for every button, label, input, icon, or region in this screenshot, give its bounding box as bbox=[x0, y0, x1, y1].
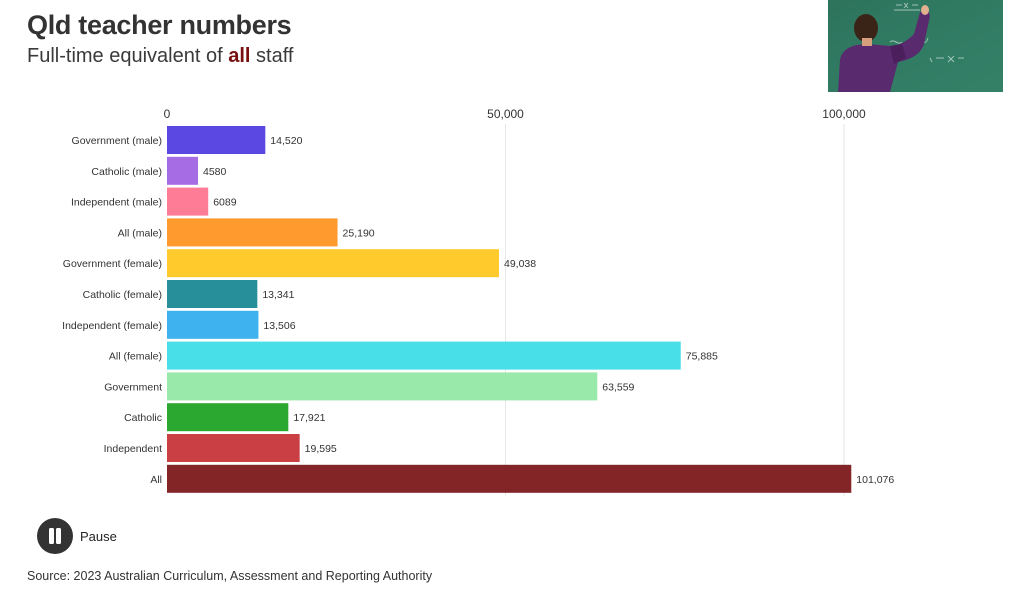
bar bbox=[167, 126, 266, 154]
source-note: Source: 2023 Australian Curriculum, Asse… bbox=[27, 569, 433, 583]
category-label: All (male) bbox=[118, 227, 162, 239]
value-label: 63,559 bbox=[602, 381, 634, 393]
category-label: Catholic bbox=[124, 412, 162, 424]
x-tick-label: 0 bbox=[164, 107, 171, 121]
value-labels: 14,520 4580 6089 25,190 49,038 13,341 13,506 75… bbox=[203, 135, 894, 486]
category-label: Catholic (male) bbox=[91, 166, 162, 178]
gridlines bbox=[505, 124, 845, 496]
bar bbox=[167, 249, 499, 278]
bar bbox=[167, 372, 598, 401]
bar bbox=[167, 464, 852, 493]
value-label: 13,506 bbox=[263, 320, 295, 332]
bars bbox=[167, 126, 852, 493]
pause-label[interactable]: Pause bbox=[80, 529, 117, 544]
value-label: 19,595 bbox=[305, 443, 337, 455]
pause-icon-bar-right bbox=[56, 528, 61, 544]
bar-chart: 0 50,000 100,000 Government (male) Catholic… bbox=[62, 107, 894, 496]
bar bbox=[167, 403, 289, 432]
bar bbox=[167, 280, 258, 308]
x-tick-label: 50,000 bbox=[487, 107, 524, 121]
bar bbox=[167, 310, 259, 339]
bar bbox=[167, 218, 338, 247]
value-label: 4580 bbox=[203, 166, 227, 178]
pause-icon-bar-left bbox=[49, 528, 54, 544]
category-label: Independent (male) bbox=[71, 197, 162, 209]
pause-button[interactable]: Pause bbox=[37, 518, 117, 554]
category-label: Government bbox=[104, 381, 162, 393]
value-label: 6089 bbox=[213, 197, 237, 209]
bar bbox=[167, 156, 199, 185]
x-axis-ticks: 0 50,000 100,000 bbox=[164, 107, 866, 121]
category-label: All bbox=[150, 474, 162, 486]
category-label: Independent (female) bbox=[62, 320, 162, 332]
bar bbox=[167, 187, 209, 216]
category-label: Catholic (female) bbox=[83, 289, 162, 301]
value-label: 75,885 bbox=[686, 351, 718, 363]
category-labels: Government (male) Catholic (male) Independ… bbox=[62, 135, 162, 486]
category-label: Government (male) bbox=[72, 135, 162, 147]
bar bbox=[167, 434, 300, 462]
x-tick-label: 100,000 bbox=[822, 107, 866, 121]
value-label: 49,038 bbox=[504, 258, 536, 270]
value-label: 101,076 bbox=[856, 474, 894, 486]
value-label: 14,520 bbox=[270, 135, 302, 147]
value-label: 17,921 bbox=[293, 412, 325, 424]
value-label: 13,341 bbox=[262, 289, 294, 301]
category-label: Independent bbox=[104, 443, 162, 455]
category-label: All (female) bbox=[109, 351, 162, 363]
category-label: Government (female) bbox=[63, 258, 162, 270]
pause-icon[interactable] bbox=[37, 518, 73, 554]
value-label: 25,190 bbox=[343, 227, 375, 239]
bar bbox=[167, 341, 681, 370]
